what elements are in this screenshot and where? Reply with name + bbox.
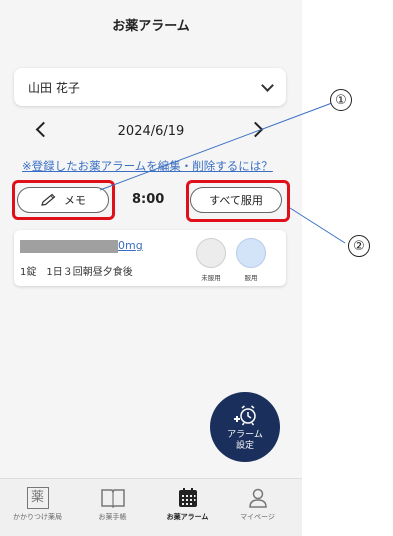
callout-2: ② <box>348 235 370 257</box>
callout-1: ① <box>330 89 352 111</box>
annotation-leader-lines <box>99 102 346 244</box>
